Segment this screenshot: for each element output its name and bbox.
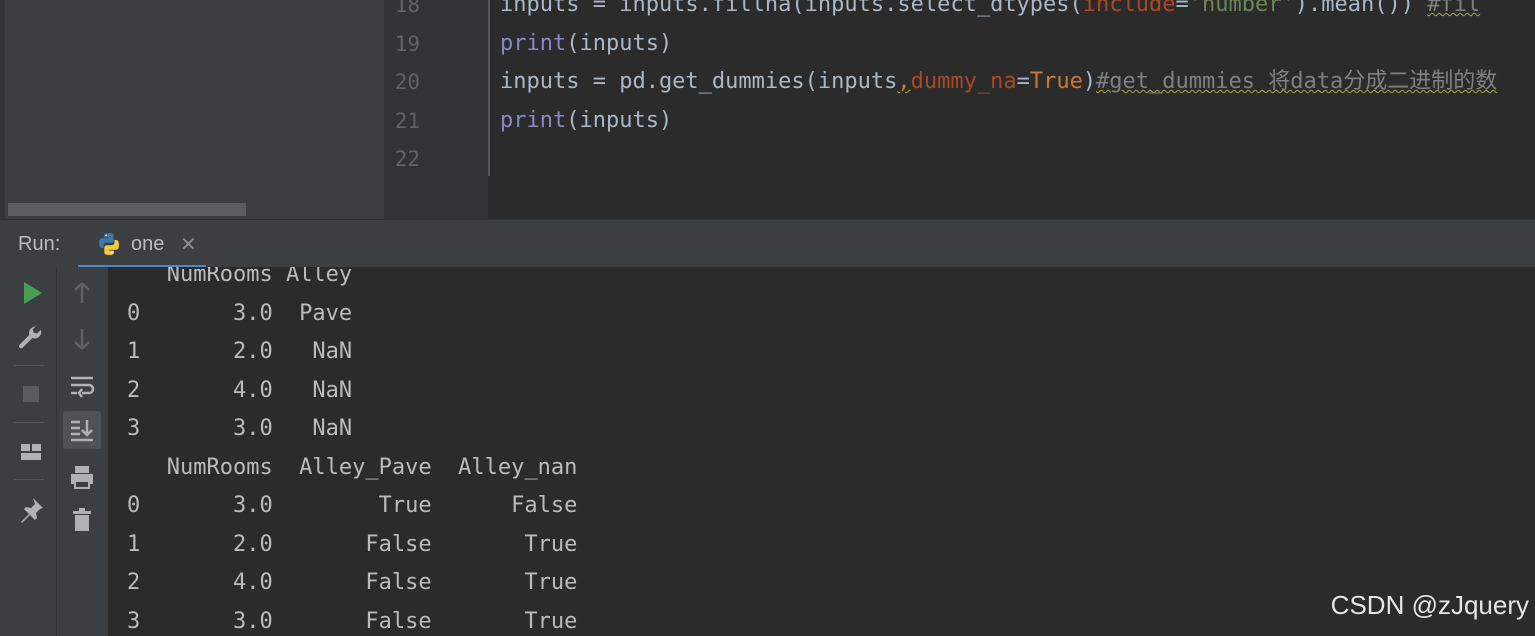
console-line: NumRooms Alley xyxy=(127,267,353,287)
code-editor[interactable]: inputs = inputs.fillna(inputs.select_dty… xyxy=(384,0,1535,219)
code-line: inputs = inputs.fillna(inputs.select_dty… xyxy=(500,0,1480,20)
project-pane xyxy=(0,0,384,219)
console-line: 1 2.0 NaN xyxy=(127,339,353,364)
code-token: dummy_na xyxy=(910,69,1017,94)
code-token: inputs = inputs.fillna(inputs.select_dty… xyxy=(500,0,1083,17)
code-token: #fil xyxy=(1427,0,1481,17)
console-line: 2 4.0 NaN xyxy=(127,377,353,403)
soft-wrap-icon[interactable] xyxy=(67,371,97,401)
console-line: NumRooms Alley_Pave Alley_nan xyxy=(127,454,578,480)
python-icon xyxy=(99,233,119,255)
line-number: 19 xyxy=(394,31,420,56)
code-line: print(inputs) xyxy=(500,29,672,59)
code-line: print(inputs) xyxy=(500,106,672,136)
code-token: include xyxy=(1082,0,1176,17)
tab-one[interactable]: one ✕ xyxy=(78,220,206,268)
line-number: 21 xyxy=(394,108,420,133)
code-token: (inputs) xyxy=(566,30,673,56)
tool-window-strip xyxy=(0,0,5,219)
console-output[interactable]: NumRooms Alley 0 3.0 Pave 1 2.0 NaN 2 4.0 N… xyxy=(108,267,1535,636)
gutter-divider xyxy=(488,0,490,176)
watermark: CSDN @zJquery xyxy=(1330,590,1529,620)
run-toolbar-primary xyxy=(0,267,56,636)
down-arrow-icon[interactable] xyxy=(67,324,97,354)
tab-label: one xyxy=(131,233,165,255)
console-line: 0 3.0 Pave xyxy=(127,300,353,326)
code-token: , xyxy=(897,69,911,94)
code-token: = xyxy=(1016,69,1030,94)
code-token: = xyxy=(1175,0,1189,17)
line-number: 18 xyxy=(394,0,420,17)
rerun-icon[interactable] xyxy=(17,278,47,308)
toolbar-separator xyxy=(14,422,44,423)
code-token: inputs = pd.get_dummies(inputs xyxy=(500,69,898,94)
horizontal-scrollbar[interactable] xyxy=(8,203,246,216)
layout-icon[interactable] xyxy=(16,437,46,467)
console-line: 0 3.0 True False xyxy=(127,493,578,518)
wrench-icon[interactable] xyxy=(16,323,46,353)
code-token: #get_dummies 将data分成二进制的数 xyxy=(1096,69,1498,94)
scroll-to-end-icon[interactable] xyxy=(67,415,97,445)
code-token: 'number' xyxy=(1188,0,1295,17)
code-token: print xyxy=(500,107,567,133)
console-line: 2 4.0 False True xyxy=(127,570,578,595)
console-line: 1 2.0 False True xyxy=(127,531,578,557)
code-token: (inputs) xyxy=(566,107,673,133)
run-label: Run: xyxy=(18,233,61,255)
line-number: 20 xyxy=(394,70,420,94)
console-line: 3 3.0 NaN xyxy=(127,416,353,441)
print-icon[interactable] xyxy=(67,462,97,492)
close-icon[interactable]: ✕ xyxy=(180,232,197,257)
line-number: 22 xyxy=(394,147,420,171)
up-arrow-icon[interactable] xyxy=(67,278,97,308)
stop-icon[interactable] xyxy=(16,379,46,409)
run-toolbar-secondary xyxy=(56,267,108,636)
code-token: True xyxy=(1029,69,1083,94)
editor-gutter-bottom xyxy=(384,176,488,219)
run-tool-window-header: Run: one ✕ xyxy=(0,219,1535,268)
code-token: ).mean()) xyxy=(1294,0,1428,17)
trash-icon[interactable] xyxy=(67,505,97,535)
code-token: ) xyxy=(1082,69,1097,94)
code-line: inputs = pd.get_dummies(inputs,dummy_na=… xyxy=(500,67,1497,97)
toolbar-separator xyxy=(14,479,44,480)
console-line: 3 3.0 False True xyxy=(127,608,578,634)
pin-icon[interactable] xyxy=(16,495,46,525)
code-token: print xyxy=(500,30,567,56)
toolbar-separator xyxy=(14,365,44,366)
